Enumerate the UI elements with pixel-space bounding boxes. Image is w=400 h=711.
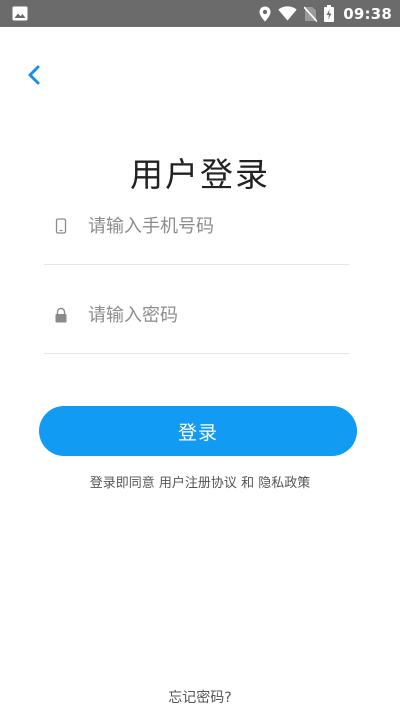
agreement-prefix: 登录即同意 [89, 476, 155, 491]
login-button[interactable]: 登录 [39, 406, 357, 456]
page-title: 用户登录 [130, 155, 270, 195]
gallery-icon [12, 6, 28, 21]
agreement-text: 登录即同意 用户注册协议 和 隐私政策 [0, 472, 400, 491]
user-agreement-link[interactable]: 用户注册协议 [159, 476, 237, 491]
no-sim-icon [304, 5, 318, 22]
back-button[interactable] [22, 62, 48, 88]
password-input[interactable] [88, 295, 343, 335]
password-field [44, 295, 350, 335]
phone-divider [44, 264, 350, 265]
location-icon [259, 6, 271, 21]
phone-icon [55, 218, 67, 234]
forgot-password-link[interactable]: 忘记密码? [0, 687, 400, 707]
status-icons: 09:38 [259, 0, 392, 27]
phone-input[interactable] [88, 206, 343, 246]
password-divider [44, 353, 350, 354]
wifi-icon [278, 6, 297, 21]
status-bar: 09:38 [0, 0, 400, 27]
agreement-conjunction: 和 [241, 476, 255, 491]
battery-charging-icon [324, 5, 335, 22]
status-time: 09:38 [343, 4, 392, 23]
lock-icon [55, 307, 67, 323]
phone-field [44, 206, 350, 246]
chevron-left-icon [28, 65, 40, 85]
privacy-policy-link[interactable]: 隐私政策 [258, 476, 310, 491]
